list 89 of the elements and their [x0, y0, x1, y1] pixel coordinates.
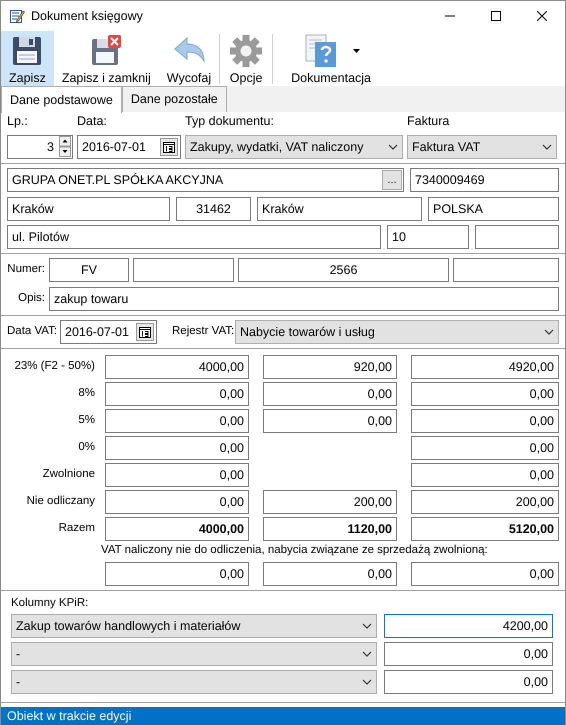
amount-field[interactable]: 0,00: [411, 436, 559, 460]
field-label: Data:: [77, 113, 108, 130]
toolbar-button[interactable]: Zapisz: [1, 31, 54, 86]
number-field[interactable]: 2566: [238, 258, 449, 282]
chevron-down-icon: [362, 651, 372, 658]
tab[interactable]: Dane podstawowe: [1, 86, 122, 113]
maximize-icon: [491, 11, 501, 21]
field-label: Data VAT:: [7, 324, 57, 340]
row-label: 5%: [77, 413, 95, 428]
amount-field[interactable]: 4200,00: [384, 614, 553, 638]
date-field[interactable]: 2016-07-01: [77, 134, 181, 159]
toolbar-button[interactable]: Zapisz i zamknij: [54, 31, 159, 86]
vat-register-dropdown[interactable]: Nabycie towarów i usług: [235, 320, 559, 344]
amount-field[interactable]: 200,00: [263, 490, 397, 514]
settings-icon: [228, 33, 264, 69]
amount-field[interactable]: 0,00: [411, 382, 559, 406]
city-field[interactable]: Kraków: [7, 196, 170, 221]
amount-field[interactable]: 0,00: [105, 436, 249, 460]
amount-field[interactable]: 0,00: [105, 382, 249, 406]
amount-field[interactable]: 200,00: [411, 490, 559, 514]
kpir-column-dropdown[interactable]: -: [11, 670, 377, 694]
field-label: Lp.:: [7, 113, 29, 130]
spinner-icon[interactable]: [59, 136, 71, 158]
section-label: Kolumny KPiR:: [11, 596, 90, 611]
note-text: VAT naliczony nie do odliczenia, nabycia związane ze sprzedażą zwolnioną:: [101, 542, 489, 558]
chevron-down-icon: [362, 623, 372, 630]
amount-field[interactable]: 4920,00: [411, 354, 559, 379]
number-suffix-field[interactable]: [453, 258, 559, 282]
document-type-dropdown[interactable]: Zakupy, wydatki, VAT naliczony: [185, 134, 403, 159]
invoice-type-dropdown[interactable]: Faktura VAT: [407, 134, 557, 159]
chevron-down-icon: [544, 328, 554, 335]
amount-field[interactable]: 4000,00: [105, 354, 249, 379]
field-label: Numer:: [7, 262, 45, 278]
post-office-field[interactable]: Kraków: [257, 196, 422, 221]
number-prefix-field[interactable]: FV: [49, 258, 129, 282]
amount-field[interactable]: 4000,00: [105, 516, 249, 541]
tax-id-field[interactable]: 7340009469: [410, 168, 559, 192]
field-label: Rejestr VAT:: [172, 324, 232, 340]
toolbar-button[interactable]: Wycofaj: [158, 31, 220, 86]
row-label: Zwolnione: [42, 467, 95, 482]
tab[interactable]: Dane pozostałe: [122, 86, 227, 112]
row-label: Nie odliczany: [26, 494, 95, 510]
document-edit-icon: [9, 8, 25, 24]
chevron-down-icon: [362, 679, 372, 686]
row-label: 8%: [77, 386, 95, 402]
amount-field[interactable]: 920,00: [263, 354, 397, 379]
kpir-column-dropdown[interactable]: -: [11, 642, 377, 666]
apartment-number-field[interactable]: [475, 224, 559, 249]
amount-field[interactable]: 5120,00: [411, 516, 559, 541]
row-label: Razem: [58, 521, 95, 536]
postal-code-field[interactable]: 31462: [176, 196, 251, 221]
amount-field[interactable]: 0,00: [411, 562, 559, 586]
amount-field[interactable]: 0,00: [105, 490, 249, 514]
amount-field[interactable]: 0,00: [105, 408, 249, 433]
calendar-icon[interactable]: [136, 322, 154, 341]
amount-field[interactable]: 0,00: [263, 382, 397, 406]
amount-field[interactable]: 0,00: [105, 462, 249, 487]
chevron-down-icon: [542, 144, 552, 150]
amount-field[interactable]: 0,00: [411, 408, 559, 433]
row-label: 0%: [77, 440, 95, 456]
number-part-field[interactable]: [133, 258, 234, 282]
building-number-field[interactable]: 10: [387, 224, 469, 249]
amount-field[interactable]: 0,00: [384, 670, 553, 694]
name-field[interactable]: GRUPA ONET.PL SPÓŁKA AKCYJNA ...: [7, 168, 404, 192]
kpir-column-dropdown[interactable]: Zakup towarów handlowych i materiałów: [11, 614, 377, 638]
street-field[interactable]: ul. Pilotów: [7, 224, 381, 249]
window-title: Dokument księgowy: [31, 8, 143, 25]
date-field[interactable]: 2016-07-01: [60, 320, 157, 344]
browse-button[interactable]: ...: [382, 170, 402, 190]
amount-field[interactable]: 0,00: [411, 462, 559, 487]
row-label: 23% (F2 - 50%): [13, 359, 95, 374]
field-label: Opis:: [17, 291, 45, 306]
toolbar-button[interactable]: Dokumentacja: [273, 31, 381, 86]
help-document-icon: [302, 33, 339, 69]
chevron-down-icon: [388, 144, 398, 150]
close-icon: [537, 11, 547, 21]
description-field[interactable]: zakup towaru: [49, 286, 559, 311]
status-text: Obiekt w trakcie edycji: [7, 708, 132, 725]
field-label: Faktura: [407, 113, 450, 130]
amount-field[interactable]: 0,00: [263, 562, 397, 586]
country-field[interactable]: POLSKA: [428, 196, 559, 221]
amount-field[interactable]: 0,00: [384, 642, 553, 666]
toolbar-button[interactable]: Opcje: [220, 31, 272, 86]
field-label: Typ dokumentu:: [185, 113, 275, 130]
amount-field[interactable]: 0,00: [105, 562, 249, 586]
amount-field[interactable]: 1120,00: [263, 516, 397, 541]
number-field[interactable]: 3: [7, 134, 73, 159]
calendar-icon[interactable]: [160, 138, 178, 156]
amount-field[interactable]: 0,00: [263, 408, 397, 433]
